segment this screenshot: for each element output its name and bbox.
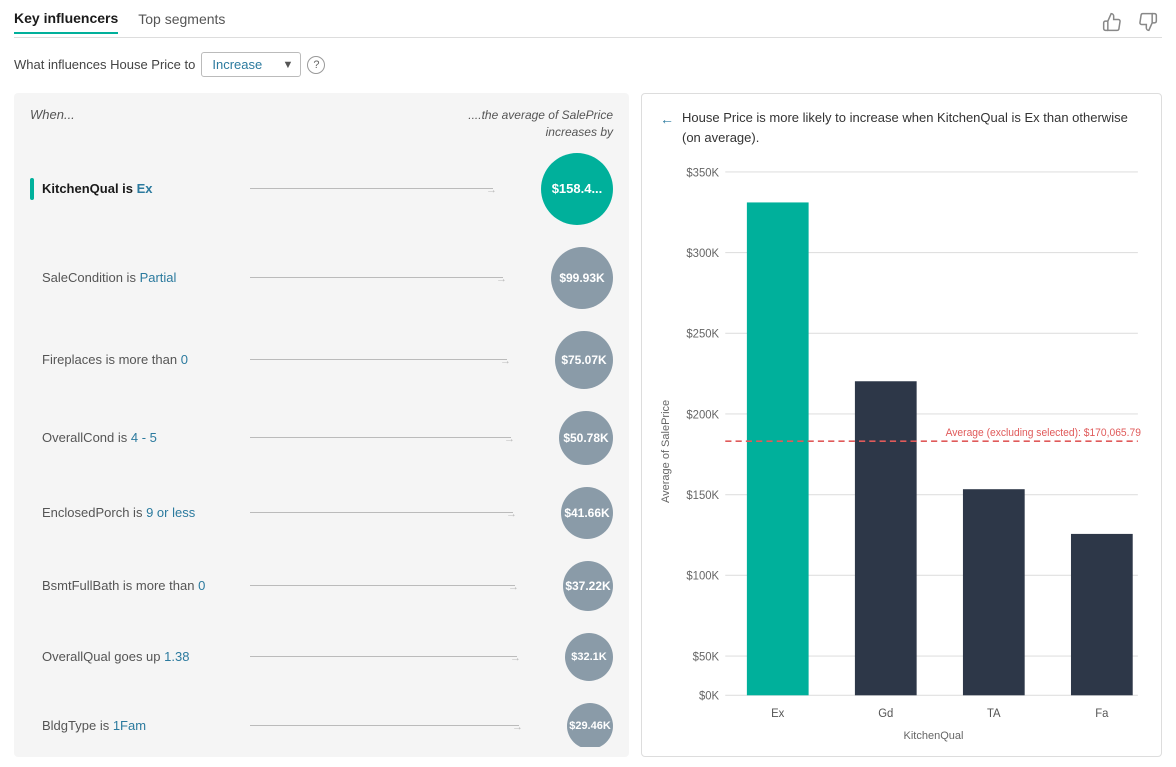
active-indicator — [30, 178, 34, 200]
connector-line: → — [250, 437, 551, 439]
right-panel: ← House Price is more likely to increase… — [641, 93, 1162, 757]
value-bubble: $50.78K — [559, 411, 613, 465]
influencer-item[interactable]: OverallCond is 4 - 5 → $50.78K — [30, 411, 613, 465]
left-header: When... ....the average of SalePriceincr… — [14, 93, 629, 149]
influencer-item[interactable]: SaleCondition is Partial → $99.93K — [30, 247, 613, 309]
svg-text:Gd: Gd — [878, 707, 893, 720]
svg-text:$250K: $250K — [686, 327, 719, 340]
thumbs-down-button[interactable] — [1134, 10, 1162, 39]
connector-line: → — [250, 512, 553, 514]
influencer-item[interactable]: BldgType is 1Fam → $29.46K — [30, 703, 613, 747]
y-axis-label: Average of SalePrice — [660, 161, 672, 742]
chart-title-text: House Price is more likely to increase w… — [682, 108, 1143, 147]
value-bubble: $32.1K — [565, 633, 613, 681]
item-label: Fireplaces is more than 0 — [42, 352, 242, 367]
svg-text:Average (excluding selected):: Average (excluding selected): $170,065.7… — [946, 427, 1141, 439]
influence-dropdown[interactable]: Increase Decrease — [201, 52, 301, 77]
value-bubble: $99.93K — [551, 247, 613, 309]
bar-ta[interactable] — [963, 489, 1025, 695]
item-label: BldgType is 1Fam — [42, 718, 242, 733]
svg-text:$50K: $50K — [693, 650, 720, 663]
item-label: BsmtFullBath is more than 0 — [42, 578, 242, 593]
svg-text:$300K: $300K — [686, 247, 719, 260]
influence-dropdown-wrapper: Increase Decrease ▼ — [201, 52, 301, 77]
main-content: When... ....the average of SalePriceincr… — [14, 93, 1162, 757]
item-label: SaleCondition is Partial — [42, 270, 242, 285]
svg-text:$150K: $150K — [686, 489, 719, 502]
svg-text:$100K: $100K — [686, 569, 719, 582]
item-label: OverallCond is 4 - 5 — [42, 430, 242, 445]
value-bubble: $37.22K — [563, 561, 613, 611]
item-label: OverallQual goes up 1.38 — [42, 649, 242, 664]
influencer-item[interactable]: OverallQual goes up 1.38 → $32.1K — [30, 633, 613, 681]
svg-text:Ex: Ex — [771, 707, 784, 720]
value-bubble: $41.66K — [561, 487, 613, 539]
influencer-item[interactable]: Fireplaces is more than 0 → $75.07K — [30, 331, 613, 389]
chart-inner: $350K $300K $250K $200K $150K $100K $50K… — [680, 161, 1143, 742]
back-arrow-icon[interactable]: ← — [660, 109, 674, 130]
value-bubble: $158.4... — [541, 153, 613, 225]
question-prefix: What influences House Price to — [14, 57, 195, 72]
bar-gd[interactable] — [855, 381, 917, 695]
tab-bar: Key influencers Top segments — [14, 10, 1162, 38]
svg-text:$350K: $350K — [686, 166, 719, 179]
value-bubble: $29.46K — [567, 703, 613, 747]
chart-area: Average of SalePrice — [660, 161, 1143, 742]
chart-grid: $350K $300K $250K $200K $150K $100K $50K… — [680, 161, 1143, 728]
when-label: When... — [30, 107, 75, 122]
svg-text:$0K: $0K — [699, 689, 719, 702]
influencer-list: KitchenQual is Ex → $158.4... SaleCondit… — [14, 149, 629, 747]
svg-text:TA: TA — [987, 707, 1001, 720]
connector-line: → — [250, 725, 559, 727]
connector-line: → — [250, 359, 547, 361]
influencer-item[interactable]: BsmtFullBath is more than 0 → $37.22K — [30, 561, 613, 611]
x-axis-label: KitchenQual — [680, 730, 1143, 742]
connector-line: → — [250, 277, 543, 279]
item-label: EnclosedPorch is 9 or less — [42, 505, 242, 520]
item-label: KitchenQual is Ex — [42, 181, 242, 196]
increases-label: ....the average of SalePriceincreases by — [468, 107, 613, 141]
svg-text:Fa: Fa — [1095, 707, 1109, 720]
question-row: What influences House Price to Increase … — [14, 52, 1162, 77]
value-bubble: $75.07K — [555, 331, 613, 389]
svg-text:$200K: $200K — [686, 408, 719, 421]
connector-line: → — [250, 585, 555, 587]
bar-fa[interactable] — [1071, 534, 1133, 695]
connector-line: → — [250, 656, 557, 658]
tab-key-influencers[interactable]: Key influencers — [14, 10, 118, 34]
connector-line: → — [250, 188, 533, 190]
tab-top-segments[interactable]: Top segments — [138, 11, 225, 33]
left-panel: When... ....the average of SalePriceincr… — [14, 93, 629, 757]
tab-actions — [1098, 10, 1162, 39]
bar-ex[interactable] — [747, 202, 809, 695]
thumbs-up-button[interactable] — [1098, 10, 1126, 39]
influencer-item[interactable]: KitchenQual is Ex → $158.4... — [30, 153, 613, 225]
influencer-item[interactable]: EnclosedPorch is 9 or less → $41.66K — [30, 487, 613, 539]
chart-title: ← House Price is more likely to increase… — [660, 108, 1143, 147]
help-icon[interactable]: ? — [307, 56, 325, 74]
chart-svg: $350K $300K $250K $200K $150K $100K $50K… — [680, 161, 1143, 728]
